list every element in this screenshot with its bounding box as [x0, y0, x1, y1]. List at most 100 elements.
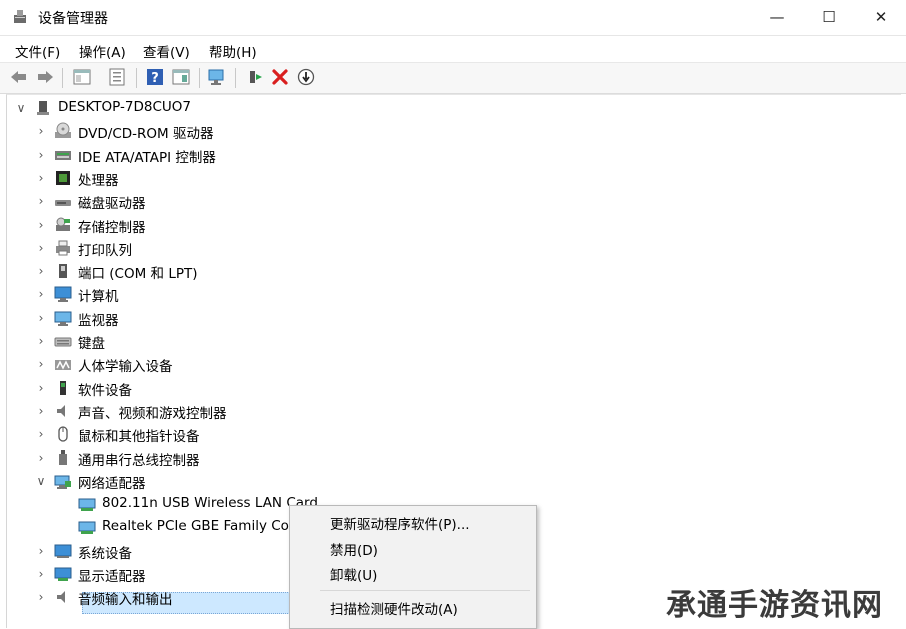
- tree-category[interactable]: › IDE ATA/ATAPI 控制器: [7, 144, 887, 166]
- tree-category[interactable]: › DVD/CD-ROM 驱动器: [7, 120, 887, 142]
- tree-device-label: 802.11n USB Wireless LAN Card: [102, 495, 318, 512]
- computer-icon: [54, 285, 72, 303]
- audio-io-icon: [54, 588, 72, 606]
- chevron-right-icon[interactable]: ›: [35, 242, 47, 254]
- tree-category-label: 鼠标和其他指针设备: [78, 429, 200, 446]
- minimize-button[interactable]: —: [752, 0, 802, 34]
- chevron-right-icon[interactable]: ›: [35, 358, 47, 370]
- device-manager-icon: [14, 10, 26, 23]
- chevron-right-icon[interactable]: ›: [35, 428, 47, 440]
- help-icon[interactable]: ?: [145, 67, 165, 87]
- tree-category[interactable]: › 监视器: [7, 307, 887, 329]
- chevron-right-icon[interactable]: ›: [35, 219, 47, 231]
- tree-category-label: 监视器: [78, 312, 119, 329]
- storage-controller-icon: [54, 216, 72, 234]
- tree-category[interactable]: › 计算机: [7, 283, 887, 305]
- tree-category[interactable]: › 存储控制器: [7, 214, 887, 236]
- tree-category-label: 键盘: [78, 336, 105, 352]
- tree-category-label: 网络适配器: [78, 475, 146, 492]
- monitor-icon: [54, 309, 72, 327]
- window-title: 设备管理器: [38, 11, 108, 27]
- tree-category[interactable]: › 磁盘驱动器: [7, 190, 887, 212]
- back-icon[interactable]: [9, 67, 29, 87]
- properties-icon[interactable]: [107, 67, 127, 87]
- chevron-right-icon[interactable]: ›: [35, 545, 47, 557]
- chevron-right-icon[interactable]: ›: [35, 405, 47, 417]
- ide-controller-icon: [54, 146, 72, 164]
- tree-category[interactable]: › 通用串行总线控制器: [7, 447, 887, 469]
- chevron-right-icon[interactable]: ›: [35, 149, 47, 161]
- tree-category-label: 端口 (COM 和 LPT): [78, 266, 198, 283]
- menu-bar: 文件(F) 操作(A) 查看(V) 帮助(H): [0, 35, 906, 62]
- tree-category[interactable]: › 键盘: [7, 330, 887, 352]
- menu-file[interactable]: 文件(F): [15, 41, 60, 61]
- update-driver-icon[interactable]: [245, 67, 265, 87]
- tree-category-label: 软件设备: [78, 382, 132, 399]
- tree-category-label: 系统设备: [78, 545, 132, 562]
- tree-category-label: IDE ATA/ATAPI 控制器: [78, 149, 216, 166]
- chevron-right-icon[interactable]: ›: [35, 265, 47, 277]
- chevron-right-icon[interactable]: ›: [35, 452, 47, 464]
- toolbar-separator: [235, 68, 236, 88]
- tree-category-label: DVD/CD-ROM 驱动器: [78, 126, 214, 143]
- chevron-right-icon[interactable]: ›: [35, 382, 47, 394]
- network-adapter-icon: [54, 472, 72, 490]
- tree-category[interactable]: › 人体学输入设备: [7, 353, 887, 375]
- tree-category[interactable]: › 声音、视频和游戏控制器: [7, 400, 887, 422]
- tree-category[interactable]: › 鼠标和其他指针设备: [7, 423, 887, 445]
- ctx-disable[interactable]: 禁用(D): [330, 539, 378, 559]
- tree-category[interactable]: › 端口 (COM 和 LPT): [7, 260, 887, 282]
- ctx-uninstall[interactable]: 卸载(U): [330, 564, 377, 584]
- mouse-icon: [54, 425, 72, 443]
- action-pane-icon[interactable]: [171, 67, 191, 87]
- tree-category[interactable]: › 打印队列: [7, 237, 887, 259]
- chevron-down-icon[interactable]: ∨: [35, 475, 47, 487]
- ctx-scan-hardware[interactable]: 扫描检测硬件改动(A): [330, 598, 458, 618]
- tree-category-label: 人体学输入设备: [78, 359, 173, 376]
- chevron-right-icon[interactable]: ›: [35, 172, 47, 184]
- tree-category-label: 计算机: [78, 289, 119, 306]
- svg-text:?: ?: [151, 71, 159, 86]
- toolbar-separator: [62, 68, 63, 88]
- title-bar: 设备管理器 — ☐ ✕: [0, 0, 906, 34]
- tree-root[interactable]: ∨ DESKTOP-7D8CUO7: [7, 97, 887, 119]
- chevron-right-icon[interactable]: ›: [35, 288, 47, 300]
- uninstall-icon[interactable]: [270, 67, 290, 87]
- chevron-right-icon[interactable]: ›: [35, 312, 47, 324]
- processor-icon: [54, 169, 72, 187]
- scan-hardware-icon[interactable]: [207, 67, 227, 87]
- disable-icon[interactable]: [296, 67, 316, 87]
- usb-icon: [54, 449, 72, 467]
- show-hide-console-icon[interactable]: [72, 67, 92, 87]
- printer-icon: [54, 239, 72, 257]
- watermark-text: 承通手游资讯网: [666, 588, 883, 623]
- menu-help[interactable]: 帮助(H): [209, 41, 257, 61]
- ctx-update-driver[interactable]: 更新驱动程序软件(P)...: [330, 513, 470, 533]
- chevron-right-icon[interactable]: ›: [35, 125, 47, 137]
- tree-root-label: DESKTOP-7D8CUO7: [58, 99, 191, 115]
- keyboard-icon: [54, 332, 72, 350]
- ctx-separator: [320, 590, 530, 591]
- tree-category-label: 音频输入和输出: [78, 592, 173, 609]
- maximize-button[interactable]: ☐: [804, 0, 854, 34]
- dvd-drive-icon: [54, 122, 72, 140]
- chevron-right-icon[interactable]: ›: [35, 568, 47, 580]
- forward-icon[interactable]: [35, 67, 55, 87]
- chevron-down-icon[interactable]: ∨: [15, 102, 27, 114]
- menu-view[interactable]: 查看(V): [143, 41, 190, 61]
- chevron-right-icon[interactable]: ›: [35, 591, 47, 603]
- context-menu: 更新驱动程序软件(P)... 禁用(D) 卸载(U) 扫描检测硬件改动(A): [289, 505, 537, 629]
- tree-category[interactable]: › 处理器: [7, 167, 887, 189]
- chevron-right-icon[interactable]: ›: [35, 195, 47, 207]
- tree-category-label: 处理器: [78, 172, 119, 189]
- maximize-icon: ☐: [822, 8, 836, 26]
- tree-category[interactable]: › 软件设备: [7, 377, 887, 399]
- network-device-icon: [78, 518, 96, 536]
- hid-icon: [54, 355, 72, 373]
- tree-category-label: 存储控制器: [78, 219, 146, 236]
- menu-action[interactable]: 操作(A): [79, 41, 126, 61]
- chevron-right-icon[interactable]: ›: [35, 335, 47, 347]
- tree-category[interactable]: ∨ 网络适配器: [7, 470, 887, 492]
- close-button[interactable]: ✕: [856, 0, 906, 34]
- disk-drive-icon: [54, 192, 72, 210]
